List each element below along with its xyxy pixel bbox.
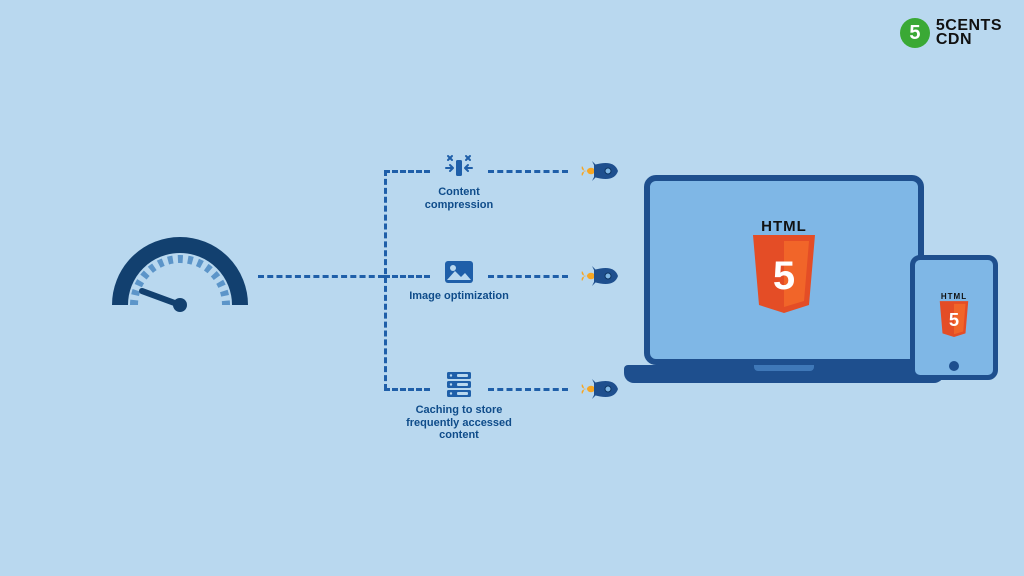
rocket-icon [580,378,620,400]
html5-badge-small: HTML 5 [937,292,971,344]
logo-badge-icon: 5 [900,18,930,48]
image-icon [442,258,476,286]
tablet-icon: HTML 5 [910,255,998,380]
connector-vertical [384,170,387,390]
html5-number: 5 [949,308,959,329]
logo-line2: CDN [936,33,1002,47]
html5-shield-icon: 5 [937,301,971,339]
feature-label: Image optimization [404,290,514,303]
laptop-icon: HTML 5 [644,175,924,383]
feature-label: Content compression [404,186,514,211]
rocket-icon [580,265,620,287]
html5-title: HTML [747,218,821,235]
feature-content-compression: Content compression [404,154,514,211]
html5-badge: HTML 5 [747,218,821,322]
feature-label: Caching to store frequently accessed con… [404,404,514,442]
html5-number: 5 [773,254,795,298]
compress-icon [442,154,476,182]
html5-shield-icon: 5 [747,235,821,317]
devices-group: HTML 5 HTML 5 [644,175,994,415]
html5-title: HTML [937,292,971,301]
brand-logo: 5 5CENTS CDN [900,18,1002,48]
rocket-icon [580,160,620,182]
logo-badge-number: 5 [909,22,920,45]
connector-main [258,275,384,278]
server-icon [442,370,476,400]
feature-image-optimization: Image optimization [404,258,514,303]
logo-text: 5CENTS CDN [936,19,1002,48]
speed-gauge-icon [110,225,250,315]
feature-caching: Caching to store frequently accessed con… [404,370,514,442]
